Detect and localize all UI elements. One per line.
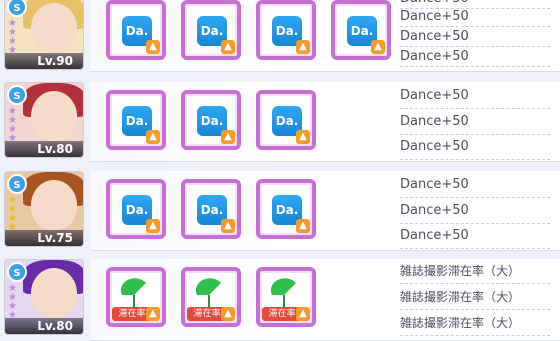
up-arrow-icon: ▲ bbox=[296, 130, 310, 144]
effect-text: Dance+50 bbox=[400, 28, 550, 47]
up-arrow-icon: ▲ bbox=[146, 219, 160, 233]
up-arrow-icon: ▲ bbox=[146, 130, 160, 144]
star-icons: ★ ★ ★ ★ bbox=[8, 106, 17, 144]
idol-portrait[interactable]: S ★ ★ ★ ★ Lv.75 bbox=[4, 171, 84, 247]
effect-text: Dance+50 bbox=[400, 84, 550, 109]
card-row: S ★ ★ ★ ★ Lv.80 滞在率 ▲ 滞在率 ▲ 滞在率 ▲ 雑誌撮影滞在… bbox=[0, 259, 560, 341]
effect-text: 雑誌撮影滞在率（大） bbox=[400, 259, 550, 284]
skill-slot[interactable]: Da. ▲ bbox=[181, 179, 241, 239]
up-arrow-icon: ▲ bbox=[221, 130, 235, 144]
effect-text: Dance+50 bbox=[400, 8, 550, 27]
skill-slot[interactable]: Da. ▲ bbox=[256, 90, 316, 150]
up-arrow-icon: ▲ bbox=[221, 307, 235, 321]
card-row: S ★ ★ ★ ★ Lv.75 Da. ▲ Da. ▲ Da. ▲ Dance+50 Dan… bbox=[0, 171, 560, 251]
skill-slot[interactable]: Da. ▲ bbox=[181, 0, 241, 60]
skill-slot[interactable]: Da. ▲ bbox=[331, 0, 391, 60]
star-icons: ★ ★ ★ ★ bbox=[8, 283, 17, 321]
idol-portrait[interactable]: S ★ ★ ★ ★ Lv.90 bbox=[4, 0, 84, 70]
card-row: S ★ ★ ★ ★ Lv.80 Da. ▲ Da. ▲ Da. ▲ Dance+50 Dan… bbox=[0, 82, 560, 162]
rarity-badge: S bbox=[7, 85, 27, 105]
skill-slot[interactable]: Da. ▲ bbox=[106, 90, 166, 150]
skill-slot[interactable]: 滞在率 ▲ bbox=[181, 267, 241, 327]
effect-text: 雑誌撮影滞在率（大） bbox=[400, 311, 550, 336]
card-row: S ★ ★ ★ ★ Lv.90 Da. ▲ Da. ▲ Da. ▲ Da. ▲ Dance+5… bbox=[0, 0, 560, 72]
skill-slot[interactable]: Da. ▲ bbox=[106, 0, 166, 60]
effect-text: Dance+50 bbox=[400, 135, 550, 160]
effect-text: Dance+50 bbox=[400, 224, 550, 249]
star-icons: ★ ★ ★ ★ bbox=[8, 195, 17, 233]
up-arrow-icon: ▲ bbox=[296, 40, 310, 54]
up-arrow-icon: ▲ bbox=[296, 307, 310, 321]
up-arrow-icon: ▲ bbox=[146, 40, 160, 54]
up-arrow-icon: ▲ bbox=[371, 40, 385, 54]
effect-text: Dance+50 bbox=[400, 110, 550, 135]
effect-text: 雑誌撮影滞在率（大） bbox=[400, 285, 550, 310]
up-arrow-icon: ▲ bbox=[221, 219, 235, 233]
up-arrow-icon: ▲ bbox=[221, 40, 235, 54]
skill-slot[interactable]: Da. ▲ bbox=[181, 90, 241, 150]
skill-slot[interactable]: 滞在率 ▲ bbox=[106, 267, 166, 327]
idol-portrait[interactable]: S ★ ★ ★ ★ Lv.80 bbox=[4, 82, 84, 158]
skill-slot[interactable]: Da. ▲ bbox=[106, 179, 166, 239]
level-label: Lv.90 bbox=[5, 53, 83, 69]
effect-text: Dance+50 bbox=[400, 199, 550, 224]
level-label: Lv.80 bbox=[5, 318, 83, 334]
level-label: Lv.75 bbox=[5, 230, 83, 246]
star-icons: ★ ★ ★ ★ bbox=[8, 18, 17, 56]
skill-slot[interactable]: Da. ▲ bbox=[256, 0, 316, 60]
rarity-badge: S bbox=[7, 262, 27, 282]
effect-text: Dance+50 bbox=[400, 48, 550, 67]
skill-slot[interactable]: 滞在率 ▲ bbox=[256, 267, 316, 327]
rarity-badge: S bbox=[7, 174, 27, 194]
up-arrow-icon: ▲ bbox=[146, 307, 160, 321]
skill-slot[interactable]: Da. ▲ bbox=[256, 179, 316, 239]
level-label: Lv.80 bbox=[5, 141, 83, 157]
effect-text: Dance+50 bbox=[400, 173, 550, 198]
idol-portrait[interactable]: S ★ ★ ★ ★ Lv.80 bbox=[4, 259, 84, 335]
up-arrow-icon: ▲ bbox=[296, 219, 310, 233]
